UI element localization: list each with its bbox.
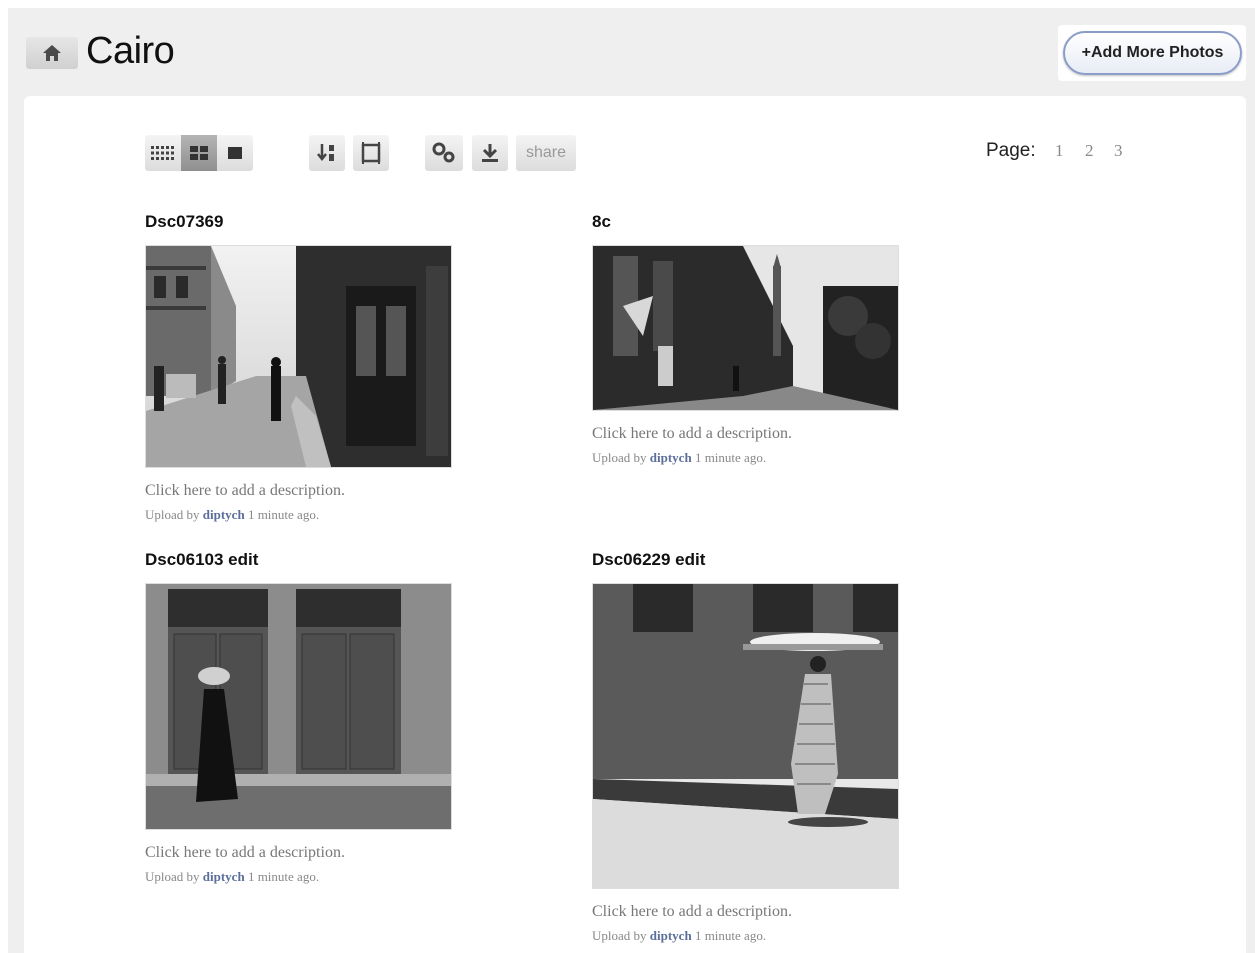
- share-button[interactable]: share: [516, 135, 577, 171]
- photo-description[interactable]: Click here to add a description.: [592, 903, 899, 921]
- uploader-link[interactable]: diptych: [203, 869, 245, 884]
- uploader-link[interactable]: diptych: [650, 450, 692, 465]
- photo-title[interactable]: Dsc07369: [145, 212, 452, 232]
- download-button[interactable]: [472, 135, 508, 171]
- photo-thumbnail[interactable]: [145, 245, 452, 468]
- photo-upload-info: Upload by diptych 1 minute ago.: [145, 869, 452, 885]
- medium-grid-icon: [190, 146, 208, 160]
- house-icon: [43, 45, 61, 61]
- photo-card: Dsc06103 edit Click here to add a descri…: [145, 550, 452, 885]
- photo-description[interactable]: Click here to add a description.: [145, 482, 452, 500]
- download-icon: [482, 144, 498, 162]
- page-link-3[interactable]: 3: [1114, 141, 1123, 161]
- photo-thumbnail[interactable]: [145, 583, 452, 830]
- upload-prefix: Upload by: [592, 928, 647, 943]
- gears-icon: [432, 142, 455, 163]
- home-button[interactable]: [26, 37, 78, 69]
- upload-time: 1 minute ago.: [694, 450, 767, 465]
- photo-card: Dsc07369 Click here to add a description…: [145, 212, 452, 523]
- photo-card: 8c Click here to add a description. Uplo…: [592, 212, 899, 466]
- actions-group: share: [425, 135, 577, 171]
- single-view-icon: [228, 147, 242, 159]
- photo-card: Dsc06229 edit Click here to add a descri…: [592, 550, 899, 944]
- upload-time: 1 minute ago.: [694, 928, 767, 943]
- frame-icon: [361, 142, 381, 164]
- photo-title[interactable]: Dsc06229 edit: [592, 550, 899, 570]
- photo-title[interactable]: 8c: [592, 212, 899, 232]
- small-grid-icon: [151, 146, 174, 160]
- page-link-1[interactable]: 1: [1055, 141, 1064, 161]
- upload-time: 1 minute ago.: [247, 869, 320, 884]
- album-title: Cairo: [86, 30, 175, 72]
- uploader-link[interactable]: diptych: [650, 928, 692, 943]
- photo-thumbnail[interactable]: [592, 245, 899, 411]
- sort-frame-group: [309, 135, 389, 171]
- pagination-label: Page:: [986, 140, 1036, 161]
- sort-icon: [317, 144, 334, 162]
- medium-grid-view-button[interactable]: [181, 135, 217, 171]
- photo-upload-info: Upload by diptych 1 minute ago.: [592, 928, 899, 944]
- frame-button[interactable]: [353, 135, 389, 171]
- photo-upload-info: Upload by diptych 1 minute ago.: [592, 450, 899, 466]
- photo-thumbnail[interactable]: [592, 583, 899, 889]
- photo-title[interactable]: Dsc06103 edit: [145, 550, 452, 570]
- small-grid-view-button[interactable]: [145, 135, 181, 171]
- upload-prefix: Upload by: [145, 869, 200, 884]
- add-photos-container: +Add More Photos: [1058, 25, 1246, 81]
- upload-time: 1 minute ago.: [247, 507, 320, 522]
- upload-prefix: Upload by: [592, 450, 647, 465]
- photo-description[interactable]: Click here to add a description.: [592, 425, 899, 443]
- photo-description[interactable]: Click here to add a description.: [145, 844, 452, 862]
- add-more-photos-button[interactable]: +Add More Photos: [1063, 31, 1242, 75]
- settings-button[interactable]: [425, 135, 463, 171]
- view-mode-toggle: [145, 135, 253, 171]
- uploader-link[interactable]: diptych: [203, 507, 245, 522]
- sort-button[interactable]: [309, 135, 345, 171]
- page-link-2[interactable]: 2: [1085, 141, 1094, 161]
- photo-upload-info: Upload by diptych 1 minute ago.: [145, 507, 452, 523]
- upload-prefix: Upload by: [145, 507, 200, 522]
- single-view-button[interactable]: [217, 135, 253, 171]
